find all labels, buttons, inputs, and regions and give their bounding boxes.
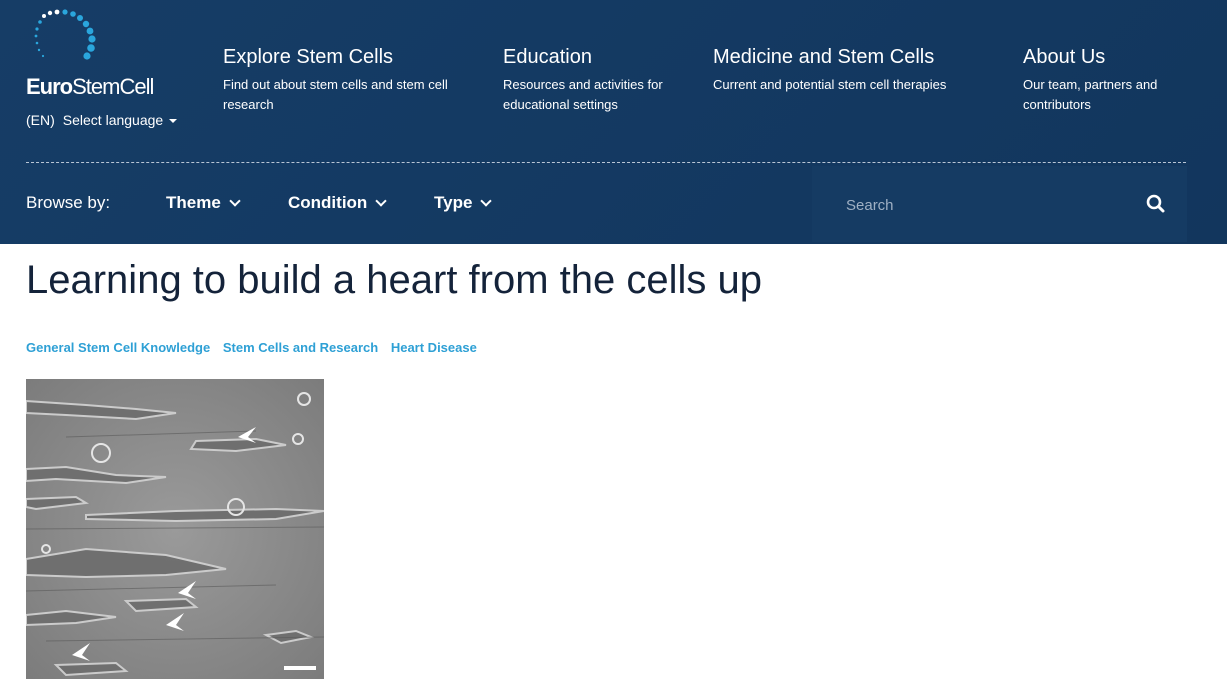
search-button[interactable] xyxy=(1144,192,1168,216)
nav-title[interactable]: Medicine and Stem Cells xyxy=(713,46,973,69)
nav-title[interactable]: Education xyxy=(503,46,683,69)
cardiomyocyte-micrograph xyxy=(26,379,324,679)
tag-link[interactable]: General Stem Cell Knowledge xyxy=(26,340,210,355)
browse-item-label: Condition xyxy=(288,193,368,212)
article-tags: General Stem Cell Knowledge Stem Cells a… xyxy=(26,340,486,355)
nav-description: Our team, partners and contributors xyxy=(1023,77,1158,112)
nav-title[interactable]: Explore Stem Cells xyxy=(223,46,473,69)
browse-condition-dropdown[interactable]: Condition xyxy=(288,193,387,213)
chevron-down-icon xyxy=(229,195,241,207)
nav-education[interactable]: Education Resources and activities for e… xyxy=(503,46,683,115)
nav-description: Find out about stem cells and stem cell … xyxy=(223,77,448,112)
nav-description: Resources and activities for educational… xyxy=(503,77,663,112)
logo-wordmark: EuroStemCell xyxy=(26,74,154,99)
tag-link[interactable]: Stem Cells and Research xyxy=(223,340,378,355)
language-label: Select language xyxy=(62,112,164,128)
chevron-down-icon xyxy=(375,195,387,207)
browse-type-dropdown[interactable]: Type xyxy=(434,193,493,213)
browse-item-label: Theme xyxy=(166,193,221,212)
header-divider xyxy=(26,162,1186,163)
search-icon xyxy=(1146,194,1165,213)
nav-about-us[interactable]: About Us Our team, partners and contribu… xyxy=(1023,46,1193,115)
logo-dots-icon xyxy=(34,9,96,60)
chevron-down-icon xyxy=(480,195,493,207)
browse-by-label: Browse by: xyxy=(26,193,111,212)
nav-title[interactable]: About Us xyxy=(1023,46,1193,69)
browse-theme-dropdown[interactable]: Theme xyxy=(166,193,241,213)
nav-description: Current and potential stem cell therapie… xyxy=(713,77,947,92)
browse-item-label: Type xyxy=(434,193,473,212)
caret-down-icon xyxy=(169,119,178,124)
page-title: Learning to build a heart from the cells… xyxy=(26,258,762,302)
language-code: (EN) xyxy=(26,112,55,128)
eurostemcell-logo[interactable]: EuroStemCell xyxy=(26,8,176,99)
nav-medicine-and-stem-cells[interactable]: Medicine and Stem Cells Current and pote… xyxy=(713,46,973,95)
tag-link[interactable]: Heart Disease xyxy=(391,340,477,355)
site-header: EuroStemCell (EN) Select language Explore… xyxy=(0,0,1227,244)
language-selector[interactable]: (EN) Select language xyxy=(26,112,178,128)
nav-explore-stem-cells[interactable]: Explore Stem Cells Find out about stem c… xyxy=(223,46,473,115)
search-input[interactable] xyxy=(844,190,1128,220)
cell-microscopy-image xyxy=(26,379,324,679)
